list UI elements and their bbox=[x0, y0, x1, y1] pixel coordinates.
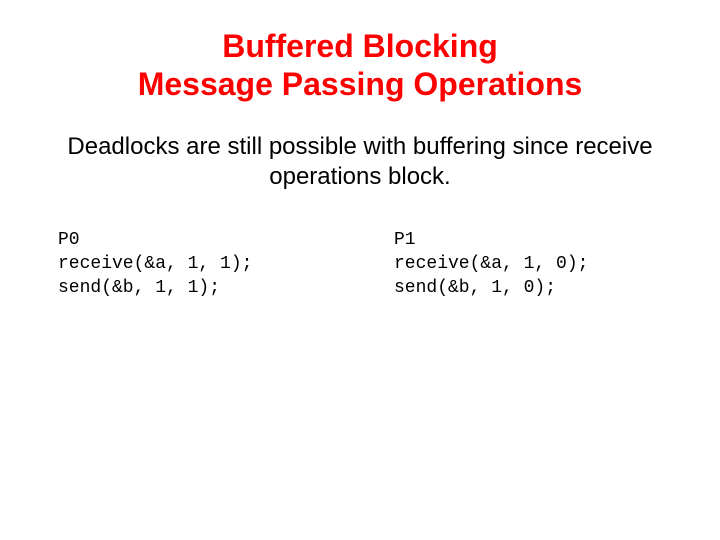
slide-subtitle: Deadlocks are still possible with buffer… bbox=[50, 132, 670, 192]
slide-title: Buffered Blocking Message Passing Operat… bbox=[50, 28, 670, 104]
code-p0-line1: receive(&a, 1, 1); bbox=[58, 254, 252, 274]
code-p1-line1: receive(&a, 1, 0); bbox=[394, 254, 588, 274]
code-p1-header: P1 bbox=[394, 230, 416, 250]
title-line-1: Buffered Blocking bbox=[222, 28, 498, 64]
code-block-p1: P1 receive(&a, 1, 0); send(&b, 1, 0); bbox=[394, 228, 670, 301]
code-p1-line2: send(&b, 1, 0); bbox=[394, 278, 556, 298]
code-p0-header: P0 bbox=[58, 230, 80, 250]
code-column-left: P0 receive(&a, 1, 1); send(&b, 1, 1); bbox=[58, 228, 334, 301]
title-line-2: Message Passing Operations bbox=[138, 66, 583, 102]
code-p0-line2: send(&b, 1, 1); bbox=[58, 278, 220, 298]
slide: Buffered Blocking Message Passing Operat… bbox=[0, 0, 720, 540]
code-columns: P0 receive(&a, 1, 1); send(&b, 1, 1); P1… bbox=[50, 228, 670, 301]
code-column-right: P1 receive(&a, 1, 0); send(&b, 1, 0); bbox=[394, 228, 670, 301]
code-block-p0: P0 receive(&a, 1, 1); send(&b, 1, 1); bbox=[58, 228, 334, 301]
